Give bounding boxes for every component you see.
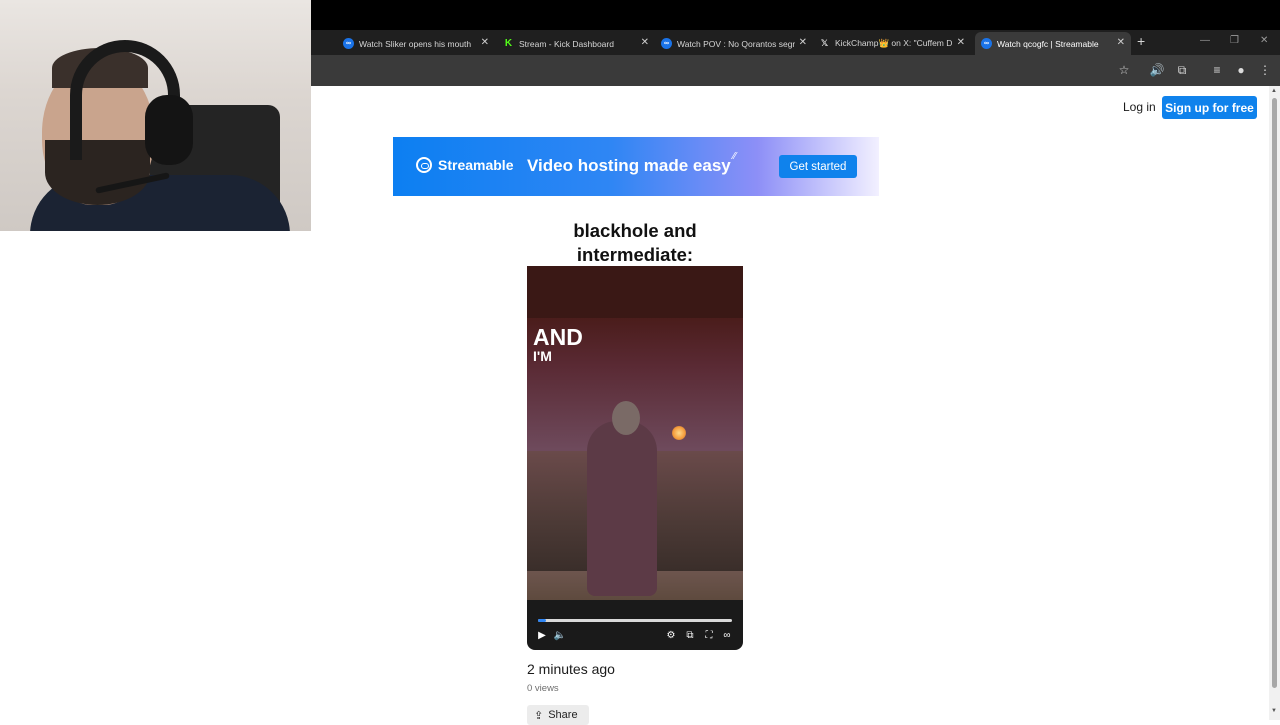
video-caption: blackhole and intermediate:	[527, 219, 743, 267]
new-tab-button[interactable]: +	[1137, 33, 1145, 49]
scroll-up-icon[interactable]: ▲	[1271, 88, 1277, 94]
tab-title: Watch Sliker opens his mouth	[359, 38, 472, 49]
streamable-icon: ∞	[343, 38, 354, 49]
banner-tagline: Video hosting made easy	[527, 156, 731, 175]
upload-timestamp: 2 minutes ago	[527, 661, 615, 677]
signup-button[interactable]: Sign up for free	[1162, 96, 1257, 119]
close-icon[interactable]: ✕	[1117, 37, 1125, 48]
tab-kick-dashboard[interactable]: K Stream - Kick Dashboard ✕	[503, 32, 655, 55]
play-icon[interactable]: ▶	[535, 630, 549, 641]
video-overlay-text: I'M	[533, 348, 552, 364]
headset-earcup	[145, 95, 193, 165]
person-head	[612, 401, 640, 435]
share-button[interactable]: ⇪ Share	[527, 705, 589, 725]
video-dark-region	[527, 266, 743, 318]
tab-pov[interactable]: ∞ Watch POV : No Qorantos segr ✕	[661, 32, 813, 55]
street-light	[672, 426, 686, 440]
scrollbar-thumb[interactable]	[1272, 98, 1277, 688]
tab-kickchamp-x[interactable]: 𝕏 KickChamp👑 on X: "Cuffem D ✕	[819, 32, 971, 55]
get-started-button[interactable]: Get started	[779, 155, 857, 178]
bookmark-star-icon[interactable]: ☆	[1116, 62, 1132, 78]
browser-menu-icon[interactable]: ⋮	[1257, 62, 1273, 78]
minimize-button[interactable]: —	[1200, 35, 1210, 46]
caption-line-2: intermediate:	[576, 244, 694, 265]
promo-banner[interactable]: Streamable Video hosting made easy ⁄⁄ Ge…	[393, 137, 879, 196]
scroll-down-icon[interactable]: ▼	[1271, 708, 1277, 714]
tab-streamable-active[interactable]: ∞ Watch qcogfc | Streamable ✕	[975, 32, 1131, 55]
view-count: 0 views	[527, 683, 559, 694]
caption-line-1: blackhole and	[573, 220, 697, 241]
video-overlay-text: AND	[533, 324, 583, 350]
volume-icon[interactable]: 🔈	[553, 630, 567, 641]
fullscreen-icon[interactable]: ⛶	[702, 630, 716, 641]
webcam-overlay	[0, 0, 311, 231]
close-icon[interactable]: ✕	[799, 37, 807, 48]
streamable-logo-text: Streamable	[438, 157, 514, 173]
video-progress-fill	[538, 619, 546, 622]
streamable-icon: ∞	[981, 38, 992, 49]
sparkle-icon: ⁄⁄	[733, 151, 737, 162]
close-icon[interactable]: ✕	[641, 37, 649, 48]
login-link[interactable]: Log in	[1123, 100, 1156, 114]
streamable-logo: Streamable	[416, 157, 513, 173]
settings-icon[interactable]: ⚙	[664, 630, 678, 641]
picture-in-picture-icon[interactable]: ⧉	[683, 630, 697, 641]
page-scrollbar[interactable]: ▲ ▼	[1269, 86, 1280, 720]
kick-icon: K	[503, 38, 514, 49]
tab-sliker[interactable]: ∞ Watch Sliker opens his mouth ✕	[343, 32, 495, 55]
video-controls: ▶ 🔈 ⚙ ⧉ ⛶ ∞	[527, 600, 743, 650]
streamable-icon: ∞	[661, 38, 672, 49]
video-player[interactable]: blackhole and intermediate: AND I'M ▶ 🔈 …	[527, 216, 743, 650]
close-icon[interactable]: ✕	[481, 37, 489, 48]
close-icon[interactable]: ✕	[957, 37, 965, 48]
audio-icon[interactable]: 🔊	[1149, 62, 1165, 78]
tab-title: Watch qcogfc | Streamable	[997, 38, 1099, 49]
tab-title: Watch POV : No Qorantos segr	[677, 38, 796, 49]
video-frame[interactable]: AND I'M	[527, 266, 743, 600]
maximize-button[interactable]: ❐	[1230, 35, 1239, 46]
extensions-icon[interactable]: ⧉	[1174, 62, 1190, 78]
tab-title: KickChamp👑 on X: "Cuffem D	[835, 38, 953, 48]
streamable-logo-icon	[416, 157, 432, 173]
x-icon: 𝕏	[820, 38, 829, 48]
media-controls-icon[interactable]: ≡	[1209, 62, 1225, 78]
share-label: Share	[548, 709, 578, 721]
profile-avatar-icon[interactable]: ●	[1233, 62, 1249, 78]
video-progress-bar[interactable]	[538, 619, 732, 622]
streamable-watermark-icon[interactable]: ∞	[720, 630, 734, 641]
tab-title: Stream - Kick Dashboard	[519, 38, 614, 49]
person-figure	[587, 421, 657, 596]
window-close-button[interactable]: ✕	[1260, 35, 1268, 46]
